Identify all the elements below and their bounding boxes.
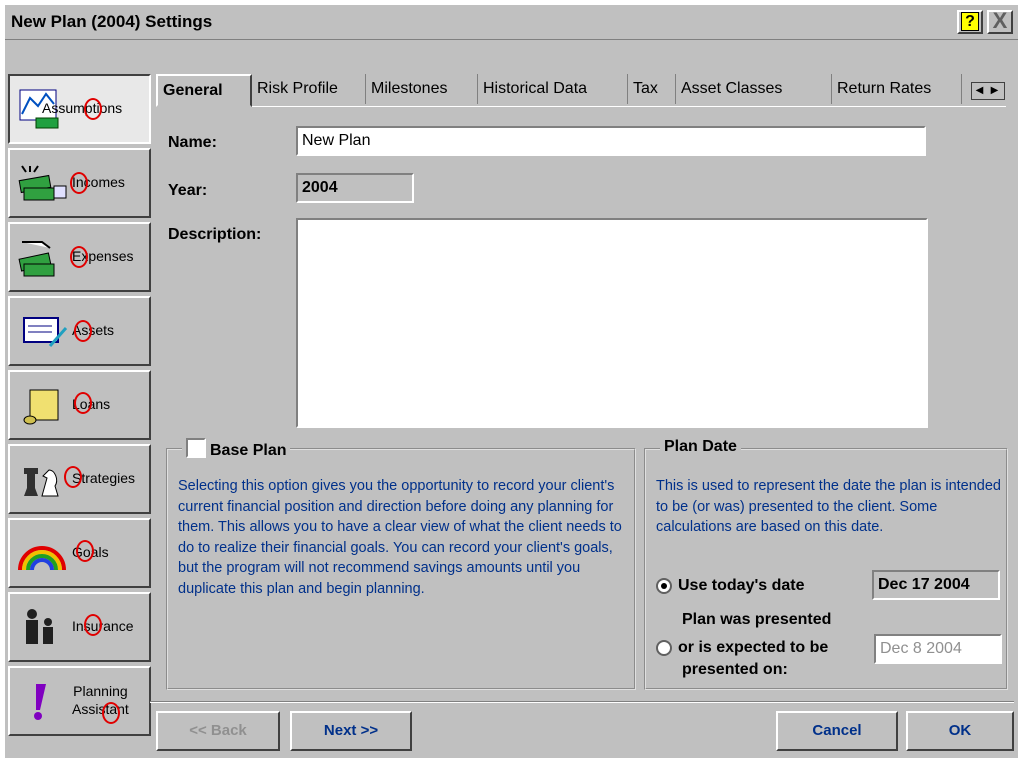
help-button[interactable]: ? <box>957 10 983 34</box>
name-label: Name: <box>168 134 217 151</box>
year-field: 2004 <box>296 173 414 203</box>
base-plan-title: Base Plan <box>210 442 287 459</box>
sidebar-item-planning-assistant[interactable]: Planning Assistant <box>8 666 151 736</box>
base-plan-checkbox[interactable] <box>186 438 206 458</box>
annotation-mark <box>84 98 102 120</box>
annotation-mark <box>70 246 88 268</box>
presented-label-line3: presented on: <box>682 661 788 678</box>
document-pen-icon <box>23 317 68 347</box>
money-out-icon <box>18 241 55 277</box>
sidebar-item-label: Planning Assistant <box>72 682 129 718</box>
chess-pieces-icon <box>24 468 59 497</box>
tab-scroll-buttons: ◀ ▶ <box>971 82 1005 100</box>
next-button[interactable]: Next >> <box>290 711 412 751</box>
annotation-mark <box>74 320 92 342</box>
presented-date-input[interactable] <box>874 634 1002 664</box>
scroll-right-icon[interactable]: ▶ <box>987 83 1002 99</box>
scroll-icon <box>23 389 59 425</box>
sidebar-item-label: Insurance <box>72 618 134 634</box>
sidebar-item-assumptions[interactable]: Assumptions <box>8 74 151 144</box>
presented-label-line2[interactable]: or is expected to be <box>678 638 828 658</box>
presented-on-radio[interactable] <box>656 640 672 656</box>
plan-date-description: This is used to represent the date the p… <box>656 478 1001 535</box>
tab-strip: General Risk Profile Milestones Historic… <box>156 74 1006 107</box>
close-icon: X <box>992 8 1008 33</box>
tab-general[interactable]: General <box>156 74 252 107</box>
annotation-mark <box>84 614 102 636</box>
description-textarea[interactable] <box>296 218 928 428</box>
year-label: Year: <box>168 182 208 199</box>
use-today-label[interactable]: Use today's date <box>678 576 805 596</box>
close-button[interactable]: X <box>987 10 1013 34</box>
annotation-mark <box>76 540 94 562</box>
ok-button[interactable]: OK <box>906 711 1014 751</box>
help-icon: ? <box>961 12 979 31</box>
tab-milestones[interactable]: Milestones <box>366 74 478 104</box>
annotation-mark <box>64 466 82 488</box>
annotation-mark <box>102 702 120 724</box>
sidebar-item-insurance[interactable]: Insurance <box>8 592 151 662</box>
tab-risk-profile[interactable]: Risk Profile <box>252 74 366 104</box>
sidebar-item-label: Assumptions <box>42 100 123 116</box>
today-date-field: Dec 17 2004 <box>872 570 1000 600</box>
plan-date-title: Plan Date <box>660 438 741 456</box>
cancel-button[interactable]: Cancel <box>776 711 898 751</box>
rainbow-icon <box>18 546 66 571</box>
family-icon <box>26 609 53 644</box>
money-hand-icon <box>18 165 67 201</box>
tab-tax[interactable]: Tax <box>628 74 676 104</box>
base-plan-header[interactable]: Base Plan <box>182 438 291 460</box>
plan-date-group: Plan Date This is used to represent the … <box>644 438 1008 690</box>
tab-return-rates[interactable]: Return Rates <box>832 74 962 104</box>
scroll-left-icon[interactable]: ◀ <box>972 83 987 99</box>
label-line-2: Assistant <box>72 701 129 717</box>
back-button[interactable]: << Back <box>156 711 280 751</box>
annotation-mark <box>74 392 92 414</box>
exclamation-icon <box>34 684 46 720</box>
annotation-mark <box>70 172 88 194</box>
window-title: New Plan (2004) Settings <box>11 12 213 31</box>
title-bar: New Plan (2004) Settings ? X <box>5 5 1018 40</box>
description-label: Description: <box>168 226 262 243</box>
plan-name-input[interactable] <box>296 126 926 156</box>
presented-label-line1: Plan was presented <box>682 611 832 628</box>
base-plan-group: Base Plan Selecting this option gives yo… <box>166 438 636 690</box>
tab-historical-data[interactable]: Historical Data <box>478 74 628 104</box>
label-line-1: Planning <box>73 683 128 699</box>
divider <box>150 701 1014 703</box>
tab-asset-classes[interactable]: Asset Classes <box>676 74 832 104</box>
use-today-radio[interactable] <box>656 578 672 594</box>
base-plan-description: Selecting this option gives you the oppo… <box>178 478 622 597</box>
